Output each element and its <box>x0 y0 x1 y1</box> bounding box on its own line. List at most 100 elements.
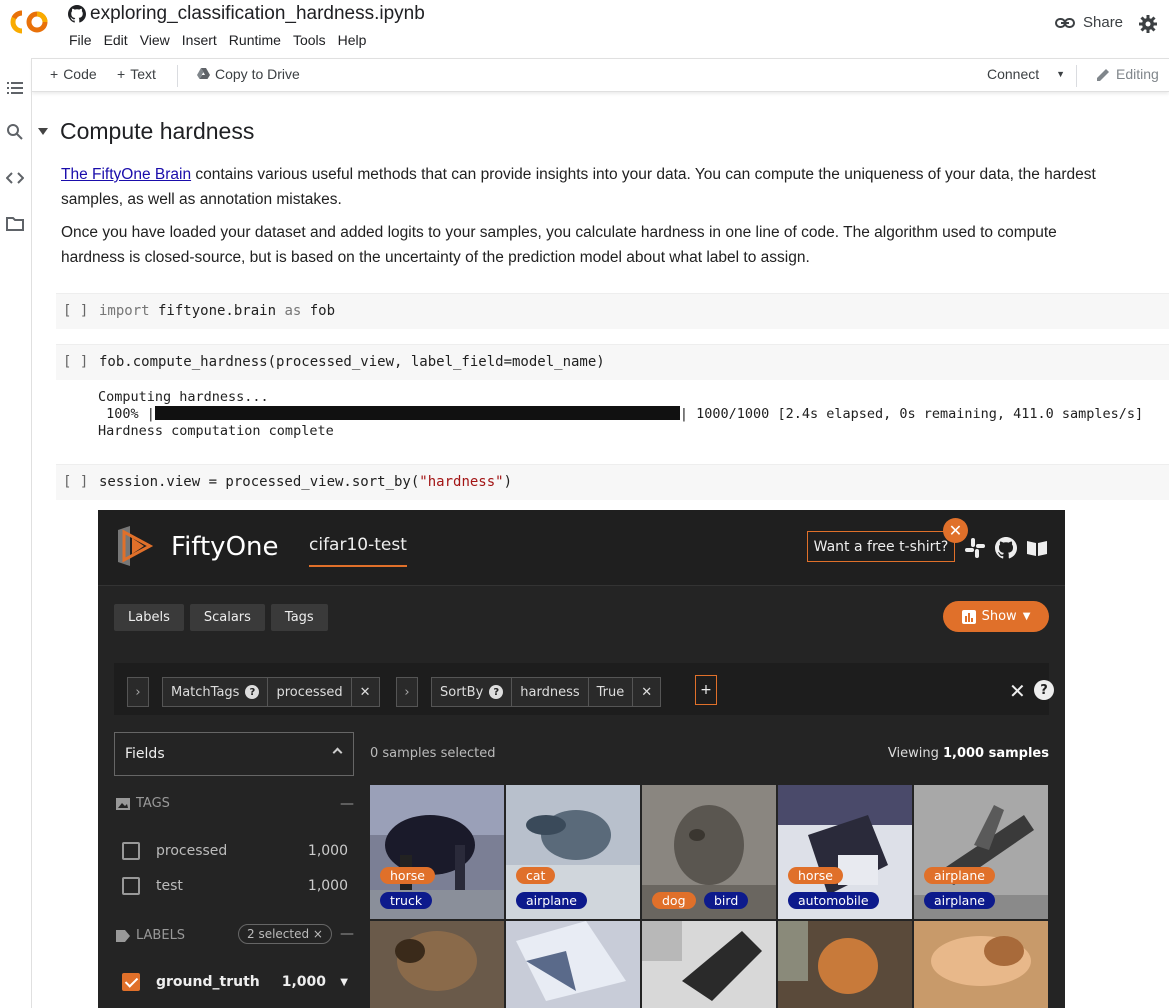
stage-value[interactable]: hardness <box>512 678 589 706</box>
tab-tags[interactable]: Tags <box>270 604 328 631</box>
run-cell-button[interactable]: [ ] <box>63 303 88 319</box>
prediction-label: automobile <box>788 892 879 909</box>
chevron-up-icon <box>332 747 343 758</box>
toolbar-divider <box>177 65 178 87</box>
view-stage-matchtags[interactable]: MatchTags? processed ✕ <box>162 677 380 707</box>
tab-scalars[interactable]: Scalars <box>189 604 265 631</box>
help-icon[interactable]: ? <box>489 685 504 699</box>
fiftyone-logo-icon[interactable] <box>114 524 154 568</box>
sample-tile[interactable]: airplane airplane <box>914 785 1048 919</box>
code-snippets-icon[interactable] <box>6 169 24 187</box>
code-text[interactable]: import fiftyone.brain as fob <box>99 303 335 319</box>
stage-value-2[interactable]: True <box>589 678 634 706</box>
tab-labels[interactable]: Labels <box>114 604 184 631</box>
dataset-selector[interactable]: cifar10-test <box>309 535 407 567</box>
bar-chart-icon <box>961 609 976 624</box>
add-text-button[interactable]: + Text <box>117 66 156 82</box>
view-stage-arrow-icon[interactable]: › <box>127 677 149 707</box>
notebook-toolbar: + Code + Text Copy to Drive Connect ▼ Ed… <box>32 58 1169 92</box>
labels-selected-text: 2 selected <box>247 927 310 941</box>
code-text[interactable]: session.view = processed_view.sort_by("h… <box>99 474 512 490</box>
collapse-caret-icon[interactable] <box>38 128 48 135</box>
label-name: ground_truth <box>156 974 260 990</box>
chevron-down-icon[interactable]: ▼ <box>1056 69 1065 79</box>
fiftyone-brain-link[interactable]: The FiftyOne Brain <box>61 166 191 183</box>
sample-tile[interactable] <box>914 921 1048 1008</box>
tags-header-label: TAGS <box>136 796 170 811</box>
code-cell-2[interactable]: [ ] fob.compute_hardness(processed_view,… <box>56 344 1169 380</box>
labels-selected-badge[interactable]: 2 selected × <box>238 924 332 944</box>
run-cell-button[interactable]: [ ] <box>63 354 88 370</box>
code-cell-1[interactable]: [ ] import fiftyone.brain as fob <box>56 293 1169 329</box>
label-tag-icon <box>116 929 130 942</box>
add-code-button[interactable]: + Code <box>50 66 97 82</box>
label-row-ground-truth[interactable]: ground_truth 1,000 ▼ <box>122 971 348 993</box>
menu-edit[interactable]: Edit <box>98 31 134 49</box>
checkbox[interactable] <box>122 877 140 895</box>
collapse-tags-icon[interactable]: — <box>340 796 354 812</box>
help-icon[interactable]: ? <box>245 685 260 699</box>
sample-tile[interactable]: cat airplane <box>506 785 640 919</box>
sample-image <box>914 921 1048 1008</box>
viewing-count: Viewing 1,000 samples <box>888 746 1049 761</box>
menu-file[interactable]: File <box>63 31 98 49</box>
add-stage-button[interactable]: + <box>695 675 717 705</box>
sample-tile[interactable] <box>506 921 640 1008</box>
help-icon[interactable]: ? <box>1034 680 1054 700</box>
checkbox-checked[interactable] <box>122 973 140 991</box>
sample-tile[interactable]: dog bird <box>642 785 776 919</box>
colab-logo-icon[interactable] <box>8 8 50 36</box>
plus-icon: + <box>117 66 126 82</box>
connect-button[interactable]: Connect ▼ <box>987 66 1065 82</box>
menu-insert[interactable]: Insert <box>176 31 223 49</box>
cell-output: Computing hardness... 100% | | 1000/1000 … <box>98 389 1143 440</box>
notebook-title[interactable]: exploring_classification_hardness.ipynb <box>68 3 425 25</box>
view-stage-arrow-icon[interactable]: › <box>396 677 418 707</box>
checkbox[interactable] <box>122 842 140 860</box>
editing-mode-button[interactable]: Editing <box>1096 66 1159 82</box>
section-header[interactable]: Compute hardness <box>38 118 254 145</box>
remove-stage-icon[interactable]: ✕ <box>352 678 379 706</box>
free-tshirt-button[interactable]: Want a free t-shirt? <box>807 531 955 562</box>
table-of-contents-icon[interactable] <box>6 79 24 97</box>
docs-book-icon[interactable] <box>1026 537 1048 559</box>
settings-gear-icon[interactable] <box>1138 14 1158 34</box>
labels-header-label: LABELS <box>136 928 186 943</box>
chevron-down-icon[interactable]: ▼ <box>340 977 348 988</box>
share-button[interactable]: Share <box>1055 14 1123 31</box>
search-icon[interactable] <box>6 123 24 141</box>
slack-icon[interactable] <box>964 537 986 559</box>
tag-label: test <box>156 878 183 894</box>
github-icon[interactable] <box>995 537 1017 559</box>
stage-value[interactable]: processed <box>268 678 352 706</box>
code-cell-3[interactable]: [ ] session.view = processed_view.sort_b… <box>56 464 1169 500</box>
tag-count: 1,000 <box>307 843 348 859</box>
menu-help[interactable]: Help <box>332 31 373 49</box>
tag-row-test[interactable]: test 1,000 <box>122 875 348 897</box>
sample-tile[interactable]: horse truck <box>370 785 504 919</box>
sample-tile[interactable]: horse automobile <box>778 785 912 919</box>
view-stage-sortby[interactable]: SortBy? hardness True ✕ <box>431 677 662 707</box>
clear-view-icon[interactable]: ✕ <box>1009 679 1026 703</box>
tag-count: 1,000 <box>307 878 348 894</box>
code-prefix: session.view = processed_view.sort_by( <box>99 474 420 490</box>
stage-name: SortBy? <box>432 678 513 706</box>
folder-icon[interactable] <box>6 215 24 233</box>
labels-group-header[interactable]: LABELS <box>116 928 185 943</box>
menu-tools[interactable]: Tools <box>287 31 332 49</box>
show-plots-button[interactable]: Show ▼ <box>943 601 1049 632</box>
code-text[interactable]: fob.compute_hardness(processed_view, lab… <box>99 354 605 370</box>
sample-tile[interactable] <box>642 921 776 1008</box>
collapse-labels-icon[interactable]: — <box>340 926 354 942</box>
run-cell-button[interactable]: [ ] <box>63 474 88 490</box>
tags-group-header[interactable]: TAGS <box>116 796 170 811</box>
remove-stage-icon[interactable]: ✕ <box>633 678 660 706</box>
sample-tile[interactable] <box>370 921 504 1008</box>
copy-to-drive-button[interactable]: Copy to Drive <box>197 66 300 82</box>
toolbar-divider <box>1076 65 1077 87</box>
sample-tile[interactable] <box>778 921 912 1008</box>
tag-row-processed[interactable]: processed 1,000 <box>122 840 348 862</box>
menu-view[interactable]: View <box>134 31 176 49</box>
fields-dropdown[interactable]: Fields <box>114 732 354 776</box>
menu-runtime[interactable]: Runtime <box>223 31 287 49</box>
